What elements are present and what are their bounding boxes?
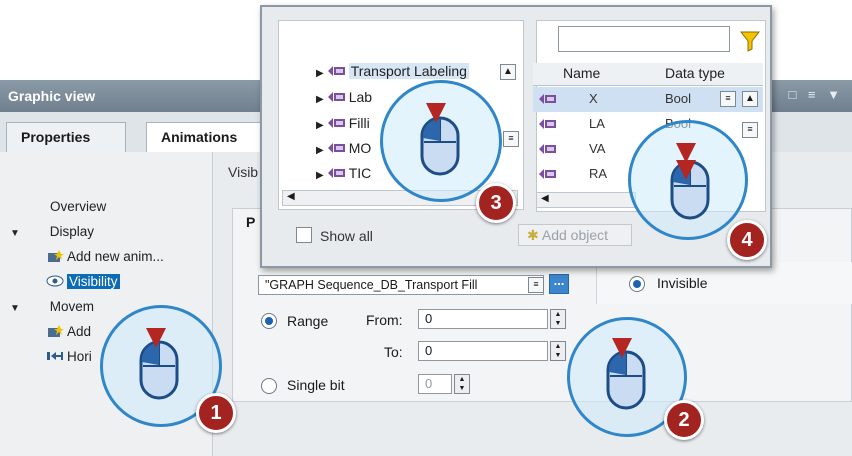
tree-item-visibility[interactable]: Visibility [46, 274, 120, 289]
to-spinner[interactable]: ▲ ▼ [550, 341, 566, 361]
range-radio[interactable] [261, 313, 277, 329]
section-header: Visib [228, 164, 259, 180]
table-horizontal-scrollbar[interactable]: ◀ [536, 192, 636, 208]
list-icon[interactable]: ≡ [742, 122, 758, 138]
tag-icon [539, 169, 556, 179]
window-title: Graphic view [8, 88, 96, 104]
table-row[interactable]: LA Bool [533, 112, 763, 137]
tree-item-overview[interactable]: Overview [50, 199, 106, 214]
tree-item-add-new-animation[interactable]: Add new anim... [46, 249, 164, 264]
filter-icon[interactable] [740, 30, 760, 52]
tree-item-transport-labeling[interactable]: ▶ Transport Labeling [316, 63, 469, 79]
single-bit-radio[interactable] [261, 378, 277, 394]
tab-animations[interactable]: Animations [146, 122, 266, 152]
to-label: To: [384, 344, 403, 360]
db-icon [327, 118, 345, 128]
single-bit-input[interactable]: 0 [418, 374, 452, 394]
panel-title: P [246, 214, 256, 230]
db-icon [327, 92, 345, 102]
step-badge-4: 4 [727, 220, 767, 260]
scroll-up-icon[interactable]: ▲ [742, 91, 758, 107]
browse-button[interactable]: ... [549, 274, 569, 294]
mouse-icon [139, 340, 179, 400]
table-header: Name Data type [533, 63, 763, 86]
eye-icon [46, 275, 64, 287]
add-object-button[interactable]: ✱ Add object [518, 224, 632, 246]
row-name: RA [589, 166, 608, 181]
add-star-icon [48, 325, 64, 337]
tree-item-display[interactable]: ▼ Display [10, 224, 94, 239]
tree-item-add[interactable]: Add [46, 324, 91, 339]
horizontal-move-icon [47, 352, 63, 360]
checkbox-box[interactable] [296, 227, 312, 243]
row-type: Bool [665, 91, 692, 106]
tree-item-mo[interactable]: ▶ MO [316, 140, 371, 156]
from-input[interactable]: 0 [418, 309, 548, 329]
expand-triangle-icon[interactable]: ▶ [316, 170, 324, 181]
add-star-icon: ✱ [527, 227, 539, 243]
from-label: From: [366, 312, 403, 328]
from-spinner[interactable]: ▲ ▼ [550, 309, 566, 329]
pointer-arrow-icon [146, 328, 166, 348]
mouse-icon [606, 350, 646, 410]
expand-triangle-icon[interactable]: ▶ [316, 120, 324, 131]
pointer-arrow-icon [612, 338, 632, 358]
to-input[interactable]: 0 [418, 341, 548, 361]
show-all-checkbox[interactable]: Show all [296, 227, 373, 244]
single-bit-label: Single bit [287, 377, 345, 393]
row-name: VA [589, 141, 606, 156]
tag-icon [539, 94, 556, 104]
range-label: Range [287, 313, 329, 329]
list-icon[interactable]: ≡ [720, 91, 736, 107]
filter-input[interactable] [558, 26, 730, 52]
tree-item-filling[interactable]: ▶ Filli [316, 115, 370, 131]
db-icon [327, 66, 345, 76]
expand-triangle-icon[interactable]: ▶ [316, 68, 324, 79]
tree-item-labeling[interactable]: ▶ Lab [316, 89, 372, 105]
invisible-option-panel: Invisible [596, 262, 852, 304]
scroll-left-icon[interactable]: ◀ [287, 191, 295, 202]
invisible-radio[interactable] [629, 276, 645, 292]
expand-triangle-icon[interactable]: ▶ [316, 145, 324, 156]
column-data-type[interactable]: Data type [665, 65, 725, 81]
mouse-icon [420, 116, 460, 176]
db-icon [327, 168, 345, 178]
window-controls[interactable]: □ ≡ ▼ [788, 87, 844, 102]
list-icon[interactable]: ≡ [528, 277, 544, 293]
tag-field[interactable]: "GRAPH Sequence_DB_Transport Fill [258, 275, 544, 295]
tag-icon [539, 119, 556, 129]
expand-triangle-icon[interactable]: ▶ [316, 94, 324, 105]
pointer-arrow-icon [426, 103, 446, 123]
tree-item-movement[interactable]: ▼ Movem [10, 299, 94, 314]
expand-arrow-icon[interactable]: ▼ [10, 228, 24, 239]
scroll-up-icon[interactable]: ▲ [500, 64, 516, 80]
list-icon[interactable]: ≡ [503, 131, 519, 147]
db-icon [327, 143, 345, 153]
step-badge-2: 2 [664, 400, 704, 440]
invisible-label: Invisible [657, 275, 708, 291]
column-name[interactable]: Name [563, 65, 600, 81]
single-bit-spinner[interactable]: ▲ ▼ [454, 374, 470, 394]
tag-icon [539, 144, 556, 154]
step-badge-1: 1 [196, 393, 236, 433]
scroll-left-icon[interactable]: ◀ [541, 193, 549, 204]
tree-item-tic[interactable]: ▶ TIC [316, 165, 371, 181]
add-star-icon [48, 250, 64, 262]
expand-arrow-icon[interactable]: ▼ [10, 303, 24, 314]
row-name: LA [589, 116, 605, 131]
tree-item-horizontal[interactable]: Hori [46, 349, 92, 364]
step-badge-3: 3 [476, 183, 516, 223]
tab-properties[interactable]: Properties [6, 122, 126, 152]
row-name: X [589, 91, 598, 106]
pointer-arrow-icon [676, 160, 696, 180]
